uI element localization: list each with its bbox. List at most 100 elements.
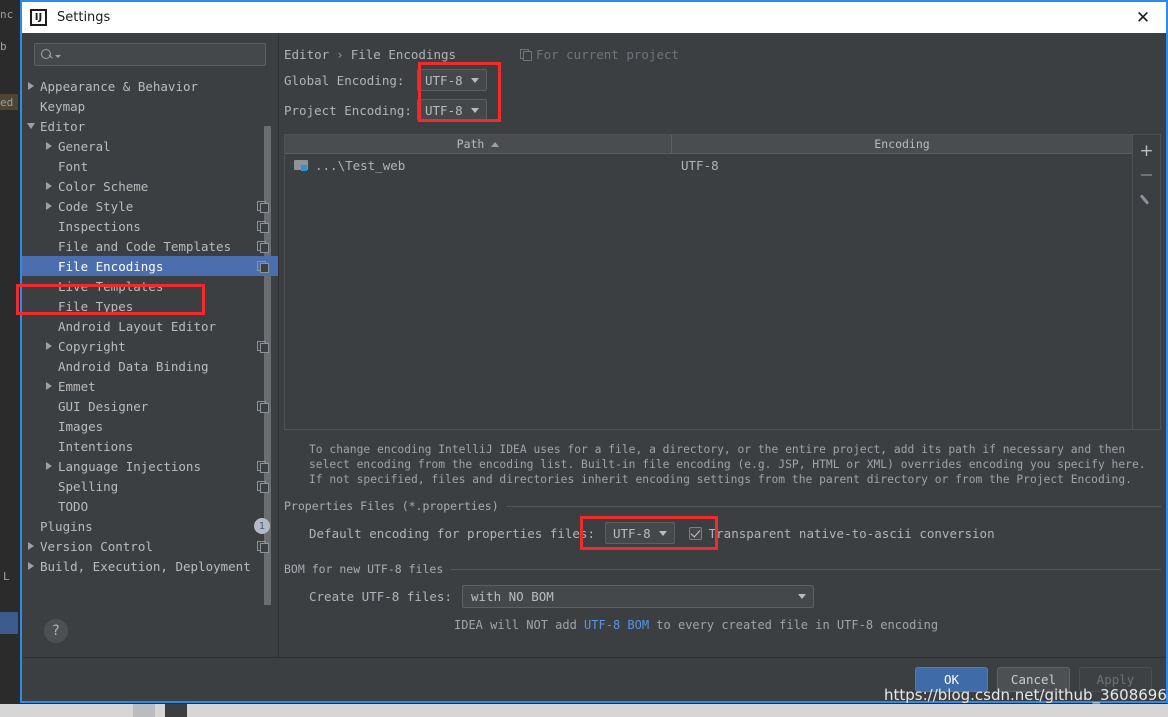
sidebar-item-label: File Encodings [58, 258, 164, 274]
sidebar-item-font[interactable]: Font [22, 156, 278, 176]
tree-expand-toggle[interactable] [22, 82, 40, 90]
properties-group-title: Properties Files (*.properties) [284, 499, 499, 513]
sidebar-item-keymap[interactable]: Keymap [22, 96, 278, 116]
chevron-right-icon [28, 562, 34, 570]
sidebar-item-file-and-code-templates[interactable]: File and Code Templates [22, 236, 278, 256]
table-header-row: Path Encoding [285, 135, 1132, 154]
tree-expand-toggle[interactable] [40, 202, 58, 210]
sidebar-footer: ? [22, 605, 278, 657]
sidebar-item-file-types[interactable]: File Types [22, 296, 278, 316]
table-cell-path: ...\Test_web [285, 158, 672, 173]
encodings-table: Path Encoding ...\Test_web UTF-8 + [284, 134, 1161, 430]
table-row[interactable]: ...\Test_web UTF-8 [285, 154, 1132, 176]
sidebar-item-inspections[interactable]: Inspections [22, 216, 278, 236]
sidebar-item-label: Font [58, 158, 89, 174]
bom-group-body: Create UTF-8 files: with NO BOM [284, 576, 1161, 608]
search-box[interactable] [34, 43, 266, 66]
sidebar-item-label: Copyright [58, 338, 126, 354]
edit-path-button[interactable] [1135, 187, 1159, 211]
window-title: Settings [57, 10, 111, 25]
sidebar-item-general[interactable]: General [22, 136, 278, 156]
sidebar-item-spelling[interactable]: Spelling [22, 476, 278, 496]
background-tab-blue [0, 612, 18, 634]
sidebar-item-label: File Types [58, 298, 134, 314]
sidebar-item-copyright[interactable]: Copyright [22, 336, 278, 356]
sidebar-item-label: Language Injections [58, 458, 201, 474]
sidebar-item-intentions[interactable]: Intentions [22, 436, 278, 456]
bom-group-title: BOM for new UTF-8 files [284, 562, 444, 576]
transparent-native-to-ascii-checkbox[interactable] [688, 526, 702, 540]
tree-expand-toggle[interactable] [40, 382, 58, 390]
bom-note-highlight: UTF-8 BOM [584, 618, 650, 632]
bom-mode-value: with NO BOM [471, 589, 554, 604]
tree-expand-toggle[interactable] [22, 562, 40, 570]
breadcrumb-parent[interactable]: Editor [284, 47, 329, 62]
sidebar-item-label: General [58, 138, 111, 154]
taskbar-icon[interactable] [165, 704, 187, 717]
add-path-button[interactable]: + [1135, 139, 1159, 163]
tree-expand-toggle[interactable] [40, 462, 58, 470]
breadcrumb-separator: › [336, 46, 344, 62]
folder-icon [294, 159, 308, 171]
sidebar-item-label: File and Code Templates [58, 238, 232, 254]
search-icon [41, 48, 54, 61]
sidebar-item-gui-designer[interactable]: GUI Designer [22, 396, 278, 416]
breadcrumb: Editor › File Encodings For current proj… [279, 43, 1166, 65]
sidebar-item-language-injections[interactable]: Language Injections [22, 456, 278, 476]
sidebar-item-code-style[interactable]: Code Style [22, 196, 278, 216]
sidebar-item-editor[interactable]: Editor [22, 116, 278, 136]
main-inner: Editor › File Encodings For current proj… [279, 33, 1166, 632]
create-utf8-files-label: Create UTF-8 files: [309, 589, 452, 604]
sidebar-item-live-templates[interactable]: Live Templates [22, 276, 278, 296]
bom-note-suffix: to every created file in UTF-8 encoding [649, 618, 939, 632]
search-input[interactable] [61, 46, 265, 63]
sidebar-item-label: Android Layout Editor [58, 318, 217, 334]
sidebar-item-images[interactable]: Images [22, 416, 278, 436]
chevron-right-icon [46, 462, 52, 470]
project-encoding-label: Project Encoding: [284, 102, 412, 118]
copy-icon [257, 260, 269, 273]
sidebar-item-file-encodings[interactable]: File Encodings [22, 256, 278, 276]
column-header-path[interactable]: Path [285, 135, 672, 153]
properties-files-group: Properties Files (*.properties) Default … [284, 499, 1161, 544]
tree-expand-toggle[interactable] [40, 182, 58, 190]
copy-icon [257, 460, 269, 473]
sidebar-item-android-layout-editor[interactable]: Android Layout Editor [22, 316, 278, 336]
column-header-path-label: Path [456, 137, 485, 151]
help-button[interactable]: ? [44, 619, 68, 643]
sidebar-item-label: Version Control [40, 538, 153, 554]
sidebar-item-todo[interactable]: TODO [22, 496, 278, 516]
sidebar-item-color-scheme[interactable]: Color Scheme [22, 176, 278, 196]
group-divider [451, 568, 1161, 570]
chevron-right-icon [28, 542, 34, 550]
for-current-project-label: For current project [536, 46, 680, 62]
taskbar-icon[interactable] [133, 704, 155, 717]
sidebar-item-appearance-behavior[interactable]: Appearance & Behavior [22, 76, 278, 96]
copy-icon [257, 480, 269, 493]
tree-expand-toggle[interactable] [22, 542, 40, 550]
tree-expand-toggle[interactable] [40, 142, 58, 150]
bom-note-prefix: IDEA will NOT add [454, 618, 585, 632]
table-cell-encoding[interactable]: UTF-8 [672, 158, 1132, 173]
sidebar-item-version-control[interactable]: Version Control [22, 536, 278, 556]
encoding-description: To change encoding IntelliJ IDEA uses fo… [309, 443, 1146, 486]
tree-collapse-toggle[interactable] [22, 123, 40, 129]
sidebar-item-label: Intentions [58, 438, 134, 454]
title-bar: IJ Settings ✕ [22, 2, 1166, 33]
bom-mode-dropdown[interactable]: with NO BOM [462, 585, 814, 608]
sidebar-item-label: Spelling [58, 478, 119, 494]
chevron-down-icon [798, 594, 806, 599]
tree-expand-toggle[interactable] [40, 342, 58, 350]
sidebar-item-android-data-binding[interactable]: Android Data Binding [22, 356, 278, 376]
column-header-encoding[interactable]: Encoding [672, 135, 1132, 153]
project-encoding-dropdown[interactable]: UTF-8 [417, 99, 487, 121]
default-properties-encoding-dropdown[interactable]: UTF-8 [604, 522, 675, 544]
column-header-encoding-label: Encoding [874, 137, 930, 151]
sidebar-item-plugins[interactable]: Plugins 1 [22, 516, 278, 536]
close-icon[interactable]: ✕ [1120, 2, 1166, 33]
global-encoding-dropdown[interactable]: UTF-8 [417, 69, 487, 91]
copy-icon [257, 540, 269, 553]
sidebar-item-build-execution-deployment[interactable]: Build, Execution, Deployment [22, 556, 278, 576]
sidebar-item-emmet[interactable]: Emmet [22, 376, 278, 396]
chevron-right-icon [46, 202, 52, 210]
